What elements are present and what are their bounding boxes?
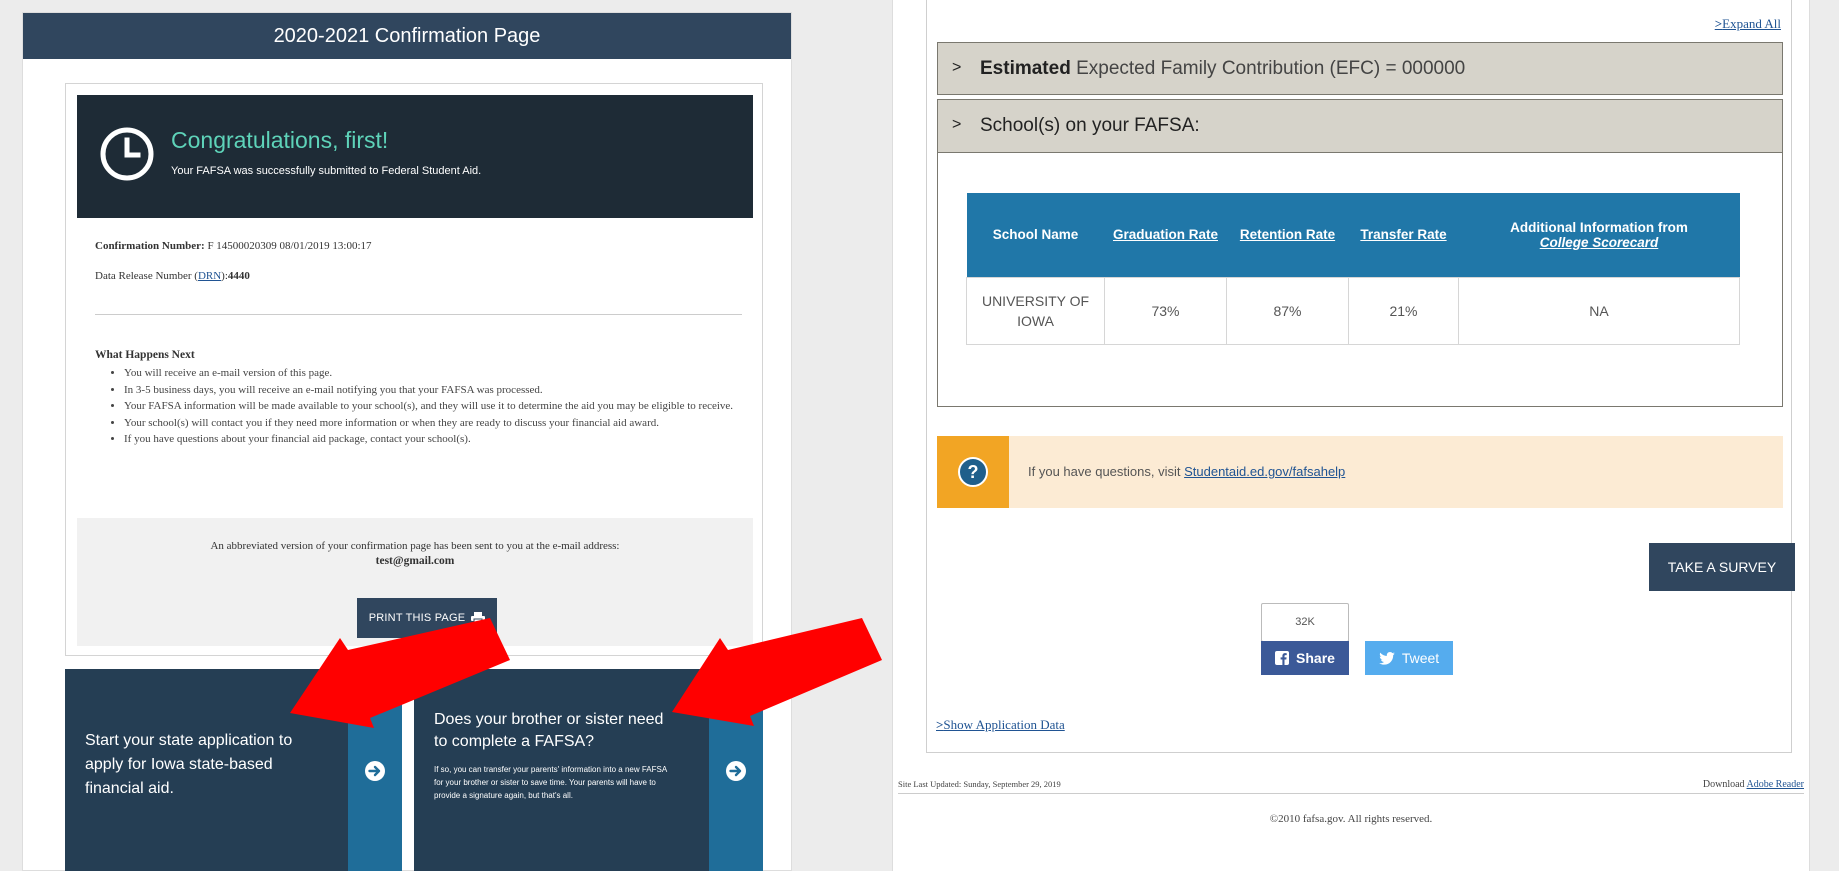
question-icon: ? <box>958 457 988 487</box>
sibling-fafsa-tile[interactable]: Does your brother or sister need to comp… <box>414 669 763 871</box>
efc-bold: Estimated <box>980 58 1071 79</box>
confirmation-number: Confirmation Number: F 14500020309 08/01… <box>95 240 372 252</box>
copyright: ©2010 fafsa.gov. All rights reserved. <box>1269 813 1433 825</box>
download-reader: Download Adobe Reader <box>1703 779 1804 790</box>
efc-value: Expected Family Contribution (EFC) = 000… <box>1076 58 1466 79</box>
expand-all-link[interactable]: >Expand All <box>1715 16 1781 32</box>
print-page-button[interactable]: PRINT THIS PAGE <box>357 598 497 638</box>
col-additional-info: Additional Information from College Scor… <box>1458 193 1740 277</box>
table-row: UNIVERSITY OF IOWA 73% 87% 21% NA <box>966 276 1740 345</box>
what-happens-next-list: You will receive an e-mail version of th… <box>124 365 746 448</box>
drn-value: 4440 <box>227 270 250 282</box>
graduation-rate-cell: 73% <box>1104 276 1227 345</box>
facebook-icon <box>1275 651 1290 665</box>
site-last-updated: Site Last Updated: Sunday, September 29,… <box>898 779 1061 789</box>
help-prefix: If you have questions, visit <box>1028 464 1181 479</box>
additional-info-cell: NA <box>1458 276 1740 345</box>
col-school-name: School Name <box>966 193 1105 277</box>
list-item: If you have questions about your financi… <box>124 431 746 448</box>
divider <box>898 793 1804 794</box>
data-release-number: Data Release Number (DRN):4440 <box>95 270 250 282</box>
efc-accordion[interactable]: > Estimated Expected Family Contribution… <box>937 42 1783 95</box>
help-text: If you have questions, visit Studentaid.… <box>1028 464 1345 479</box>
drn-link[interactable]: DRN <box>198 270 221 282</box>
drn-suffix: ): <box>221 270 228 282</box>
drn-prefix: Data Release Number ( <box>95 270 198 282</box>
adobe-reader-link[interactable]: Adobe Reader <box>1747 779 1804 790</box>
additional-info-label: Additional Information from <box>1510 219 1688 235</box>
chevron-right-icon: > <box>952 116 962 133</box>
school-name-cell: UNIVERSITY OF IOWA <box>966 276 1105 345</box>
confirmation-value: F 14500020309 08/01/2019 13:00:17 <box>207 240 372 252</box>
take-survey-button[interactable]: TAKE A SURVEY <box>1649 543 1795 591</box>
divider <box>95 314 742 315</box>
sibling-fafsa-go[interactable] <box>709 669 763 871</box>
print-label: PRINT THIS PAGE <box>368 612 466 624</box>
facebook-share-label: Share <box>1296 650 1335 666</box>
transfer-rate-link[interactable]: Transfer Rate <box>1360 227 1446 242</box>
show-application-data-link[interactable]: >Show Application Data <box>936 717 1065 733</box>
col-transfer-rate[interactable]: Transfer Rate <box>1348 193 1459 277</box>
list-item: Your school(s) will contact you if they … <box>124 415 746 432</box>
col-retention-rate[interactable]: Retention Rate <box>1226 193 1349 277</box>
schools-accordion[interactable]: > School(s) on your FAFSA: <box>937 99 1783 153</box>
help-icon-box: ? <box>937 436 1009 508</box>
college-scorecard-link[interactable]: College Scorecard <box>1540 235 1659 250</box>
schools-table: School Name Graduation Rate Retention Ra… <box>966 193 1740 345</box>
state-application-tile[interactable]: Start your state application to apply fo… <box>65 669 402 871</box>
schools-body: School Name Graduation Rate Retention Ra… <box>937 153 1783 407</box>
download-prefix: Download <box>1702 779 1745 790</box>
congrats-subtitle: Your FAFSA was successfully submitted to… <box>171 165 482 177</box>
expand-all-label: Expand All <box>1722 16 1781 31</box>
share-count: 32K <box>1261 603 1349 642</box>
congrats-banner: Congratulations, first! Your FAFSA was s… <box>77 95 753 218</box>
list-item: Your FAFSA information will be made avai… <box>124 398 746 415</box>
col-graduation-rate[interactable]: Graduation Rate <box>1104 193 1227 277</box>
confirmation-card: Congratulations, first! Your FAFSA was s… <box>65 83 763 656</box>
email-notice: An abbreviated version of your confirmat… <box>77 518 753 646</box>
graduation-rate-link[interactable]: Graduation Rate <box>1113 227 1218 242</box>
table-header-row: School Name Graduation Rate Retention Ra… <box>966 193 1740 277</box>
arrow-circle-right-icon <box>365 760 385 781</box>
list-item: In 3-5 business days, you will receive a… <box>124 382 746 399</box>
transfer-rate-cell: 21% <box>1348 276 1459 345</box>
what-happens-next-heading: What Happens Next <box>95 349 195 361</box>
clock-icon <box>100 127 154 181</box>
fafsa-help-link[interactable]: Studentaid.ed.gov/fafsahelp <box>1184 464 1345 479</box>
list-item: You will receive an e-mail version of th… <box>124 365 746 382</box>
sibling-fafsa-title: Does your brother or sister need to comp… <box>434 711 664 750</box>
results-container: >Expand All > Estimated Expected Family … <box>926 0 1792 753</box>
confirmation-label: Confirmation Number: <box>95 240 205 252</box>
retention-rate-cell: 87% <box>1226 276 1349 345</box>
twitter-share-label: Tweet <box>1401 650 1440 666</box>
twitter-icon <box>1379 651 1395 665</box>
state-application-text: Start your state application to apply fo… <box>85 732 293 797</box>
email-message: An abbreviated version of your confirmat… <box>210 540 620 552</box>
efc-text: Estimated Expected Family Contribution (… <box>980 58 1465 80</box>
show-application-data-label: Show Application Data <box>943 717 1065 732</box>
twitter-share-button[interactable]: Tweet <box>1365 641 1453 675</box>
facebook-share-button[interactable]: Share <box>1261 641 1349 675</box>
help-callout: ? If you have questions, visit Studentai… <box>937 436 1783 508</box>
arrow-circle-right-icon <box>726 760 746 781</box>
chevron-right-icon: > <box>952 59 962 76</box>
printer-icon <box>471 612 486 624</box>
svg-text:?: ? <box>968 462 979 482</box>
confirmation-panel: 2020-2021 Confirmation Page Congratulati… <box>22 12 792 871</box>
state-application-go[interactable] <box>348 669 402 871</box>
school-details-panel: >Expand All > Estimated Expected Family … <box>892 0 1810 871</box>
congrats-title: Congratulations, first! <box>171 127 389 153</box>
page-title: 2020-2021 Confirmation Page <box>23 13 791 59</box>
schools-heading: School(s) on your FAFSA: <box>980 115 1200 136</box>
email-address: test@gmail.com <box>375 555 455 567</box>
retention-rate-link[interactable]: Retention Rate <box>1240 227 1335 242</box>
sibling-fafsa-body: If so, you can transfer your parents' in… <box>434 765 667 800</box>
